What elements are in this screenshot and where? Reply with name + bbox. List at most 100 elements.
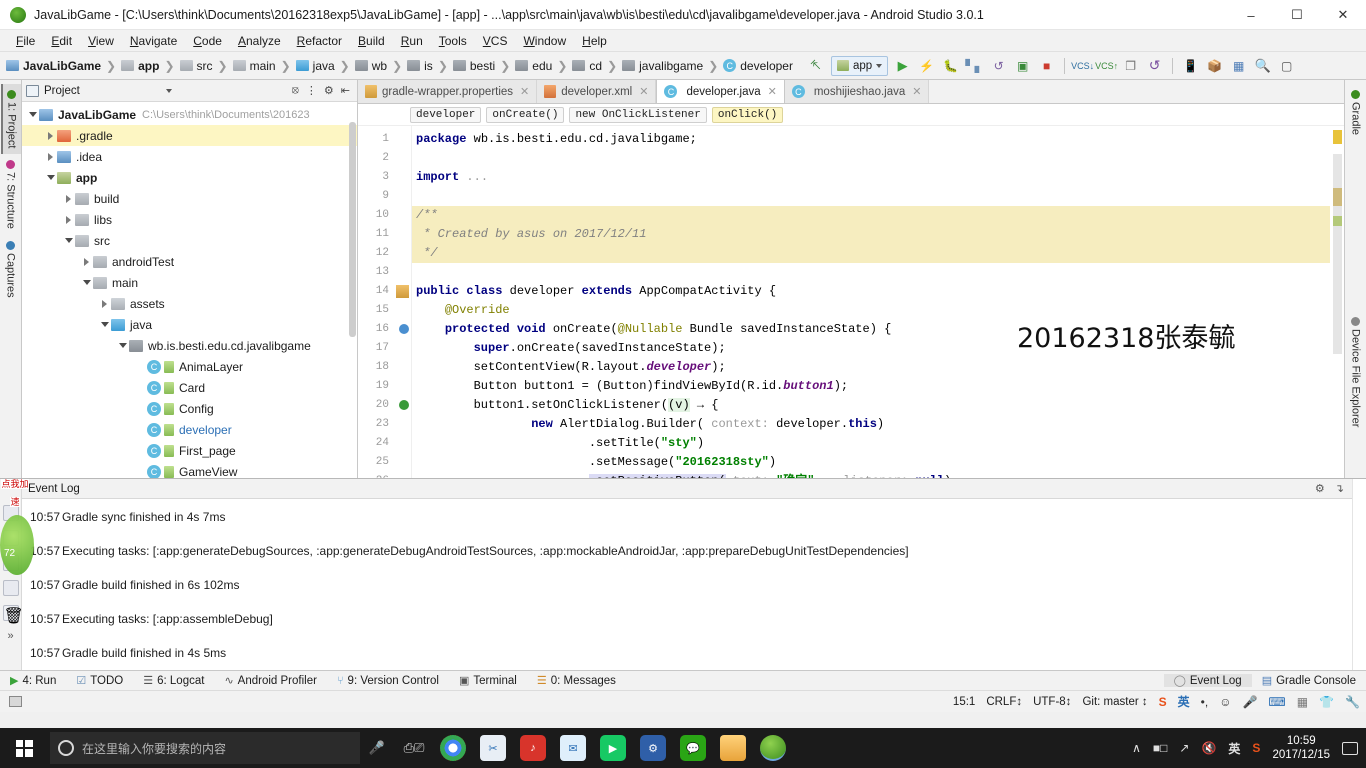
keyboard-icon[interactable]: ⌨ bbox=[1268, 695, 1285, 709]
sogou-icon[interactable]: S bbox=[1252, 741, 1260, 755]
volume-muted-icon[interactable]: 🔇 bbox=[1201, 741, 1216, 755]
windows-start-icon[interactable] bbox=[0, 728, 48, 768]
skin-icon[interactable]: 👕 bbox=[1319, 695, 1334, 709]
toolwindow-run[interactable]: ▶ 4: Run bbox=[0, 674, 66, 688]
code-content[interactable]: package wb.is.besti.edu.cd.javalibgame; +… bbox=[412, 126, 1330, 478]
apply-changes-icon[interactable]: ⚡ bbox=[917, 56, 936, 75]
tree-node[interactable]: main bbox=[22, 272, 357, 293]
editor-tab-developer-xml[interactable]: developer.xml ✕ bbox=[537, 80, 657, 103]
menu-item-build[interactable]: Build bbox=[350, 32, 393, 50]
override-gutter-icon[interactable] bbox=[399, 400, 409, 410]
tree-node[interactable]: libs bbox=[22, 209, 357, 230]
structure-crumb-developer[interactable]: developer bbox=[410, 106, 482, 123]
search-input[interactable]: 在这里输入你要搜索的内容 bbox=[50, 732, 360, 764]
chevron-down-icon[interactable] bbox=[165, 88, 172, 93]
close-icon[interactable]: ✕ bbox=[912, 85, 921, 98]
tool-tab-structure[interactable]: 7: Structure bbox=[2, 154, 20, 235]
tree-node[interactable]: build bbox=[22, 188, 357, 209]
line-separator[interactable]: CRLF↕ bbox=[986, 696, 1022, 708]
undo-icon[interactable]: ↺ bbox=[1145, 56, 1164, 75]
event-log-entries[interactable]: 10:57 Gradle sync finished in 4s 7ms 10:57… bbox=[22, 499, 1352, 670]
close-icon[interactable]: ✕ bbox=[639, 85, 648, 98]
more-icon[interactable]: » bbox=[3, 630, 19, 646]
tree-twisty-down-icon[interactable] bbox=[116, 343, 129, 348]
ad-accelerate-label[interactable]: 点我加速 bbox=[0, 474, 30, 510]
battery-icon[interactable]: ■□ bbox=[1153, 741, 1168, 755]
toolwindow-logcat[interactable]: ☰ 6: Logcat bbox=[133, 674, 214, 688]
back-arrow-icon[interactable]: ⤒ bbox=[803, 52, 830, 79]
toolwindow-gradleconsole[interactable]: ▤ Gradle Console bbox=[1252, 674, 1366, 688]
breadcrumb-item-cd[interactable]: cd bbox=[572, 59, 602, 73]
tree-node[interactable]: .gradle bbox=[22, 125, 357, 146]
profile-icon[interactable]: ▘▖ bbox=[965, 56, 984, 75]
wifi-icon[interactable]: ↗ bbox=[1179, 741, 1189, 755]
tool-tab-captures[interactable]: Captures bbox=[2, 235, 20, 304]
editor-tab-moshijieshao-java[interactable]: Cmoshijieshao.java ✕ bbox=[784, 80, 930, 103]
structure-crumb-newonclicklistener[interactable]: new OnClickListener bbox=[569, 106, 707, 123]
tree-node[interactable]: wb.is.besti.edu.cd.javalibgame bbox=[22, 335, 357, 356]
project-tree[interactable]: JavaLibGame C:\Users\think\Documents\2016… bbox=[22, 102, 357, 478]
scrollbar-thumb[interactable] bbox=[1333, 154, 1342, 354]
chrome-icon[interactable] bbox=[440, 735, 466, 761]
toolwindow-versioncontrol[interactable]: ⑂ 9: Version Control bbox=[327, 675, 449, 687]
menu-item-view[interactable]: View bbox=[80, 32, 122, 50]
encoding-indicator[interactable]: UTF-8↕ bbox=[1033, 696, 1071, 708]
tree-node[interactable]: app bbox=[22, 167, 357, 188]
class-gutter-icon[interactable] bbox=[396, 285, 409, 298]
code-editor[interactable]: 1239101112131415161718192023242526 packa… bbox=[358, 126, 1344, 478]
search-icon[interactable]: 🔍 bbox=[1253, 56, 1272, 75]
event-log-scrollbar[interactable] bbox=[1352, 479, 1366, 670]
menu-item-vcs[interactable]: VCS bbox=[475, 32, 516, 50]
explorer-icon[interactable] bbox=[720, 735, 746, 761]
scroll-from-source-icon[interactable]: ⋮ bbox=[306, 84, 317, 97]
accelerate-ball-widget[interactable] bbox=[0, 515, 34, 575]
copy-icon[interactable]: ❐ bbox=[1121, 56, 1140, 75]
menu-item-help[interactable]: Help bbox=[574, 32, 615, 50]
microphone-icon[interactable]: 🎤 bbox=[360, 740, 394, 756]
menu-item-file[interactable]: File bbox=[8, 32, 43, 50]
menu-item-navigate[interactable]: Navigate bbox=[122, 32, 185, 50]
breadcrumb-item-besti[interactable]: besti bbox=[452, 59, 495, 73]
emoji-icon[interactable]: ☺ bbox=[1219, 695, 1231, 709]
tree-twisty-right-icon[interactable] bbox=[44, 131, 57, 140]
tree-node[interactable]: src bbox=[22, 230, 357, 251]
ime-chinese-icon[interactable]: 英 bbox=[1228, 740, 1240, 757]
tree-node[interactable]: C Config bbox=[22, 398, 357, 419]
breadcrumb-item-javalibgame[interactable]: javalibgame bbox=[622, 59, 703, 73]
checkbox-icon[interactable] bbox=[2, 580, 19, 596]
show-hidden-icons[interactable]: ∧ bbox=[1132, 741, 1141, 755]
vcs-commit-icon[interactable]: VCS↑ bbox=[1095, 56, 1118, 75]
vcs-update-icon[interactable]: VCS↓ bbox=[1071, 56, 1094, 75]
xmind-icon[interactable]: ⚙ bbox=[640, 735, 666, 761]
structure-crumb-onclick[interactable]: onClick() bbox=[711, 106, 784, 123]
toolwindow-messages[interactable]: ☰ 0: Messages bbox=[527, 674, 626, 688]
toolwindow-todo[interactable]: ☑ TODO bbox=[66, 674, 133, 688]
wechat-icon[interactable]: 💬 bbox=[680, 735, 706, 761]
breadcrumb-item-edu[interactable]: edu bbox=[515, 59, 552, 73]
layout-inspector-icon[interactable]: ▦ bbox=[1229, 56, 1248, 75]
ime-mode-icon[interactable]: •, bbox=[1201, 695, 1209, 709]
git-branch-indicator[interactable]: Git: master ↕ bbox=[1082, 696, 1147, 708]
tree-node[interactable]: .idea bbox=[22, 146, 357, 167]
run-config-select[interactable]: app bbox=[830, 55, 889, 76]
hide-icon[interactable]: ↴ bbox=[1335, 482, 1344, 495]
sync-device-icon[interactable]: ▣ bbox=[1013, 56, 1032, 75]
stop-icon[interactable]: ■ bbox=[1037, 56, 1056, 75]
toolwindow-androidprofiler[interactable]: ∿ Android Profiler bbox=[214, 674, 326, 688]
menu-item-code[interactable]: Code bbox=[185, 32, 230, 50]
breadcrumb-item-app[interactable]: app bbox=[121, 59, 159, 73]
run-icon[interactable]: ▶ bbox=[893, 56, 912, 75]
trash-icon[interactable]: 🗑 bbox=[2, 605, 24, 625]
tree-twisty-down-icon[interactable] bbox=[62, 238, 75, 243]
tree-twisty-down-icon[interactable] bbox=[98, 322, 111, 327]
wrench-icon[interactable]: 🔧 bbox=[1345, 695, 1360, 709]
close-icon[interactable]: ✕ bbox=[520, 85, 529, 98]
tree-node[interactable]: C GameView bbox=[22, 461, 357, 478]
breadcrumb-item-main[interactable]: main bbox=[232, 59, 276, 73]
hide-icon[interactable]: ⇤ bbox=[341, 84, 350, 97]
menu-item-tools[interactable]: Tools bbox=[431, 32, 475, 50]
tree-twisty-right-icon[interactable] bbox=[80, 257, 93, 266]
tree-twisty-right-icon[interactable] bbox=[98, 299, 111, 308]
project-tree-scrollbar[interactable] bbox=[349, 122, 356, 337]
tool-icon[interactable]: ▦ bbox=[1297, 695, 1308, 709]
